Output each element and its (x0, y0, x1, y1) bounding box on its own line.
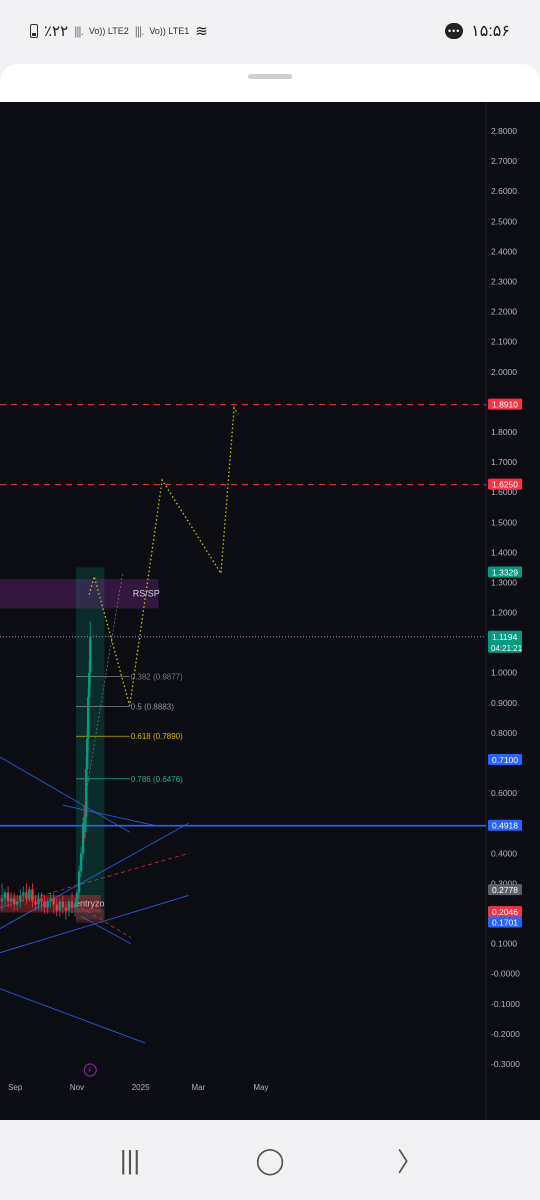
sim1-label: Vo)) LTE1 (149, 25, 190, 36)
candle-body (46, 901, 49, 908)
candle-body (31, 889, 34, 902)
y-tick-label: 2.7000 (491, 156, 517, 166)
candle-body (64, 907, 68, 911)
countdown-label: 04:21:21 (491, 644, 523, 653)
candle-body (37, 898, 40, 905)
y-tick-label: 2.4000 (491, 246, 517, 256)
candle-body (70, 901, 74, 908)
candle-body (43, 901, 46, 908)
recents-button[interactable]: ||| (100, 1145, 160, 1176)
y-tick-label: 2.1000 (491, 337, 517, 347)
price-label: 0.1701 (492, 918, 518, 928)
y-tick-label: -0.3000 (491, 1059, 520, 1069)
signal-icon: |||. (74, 24, 84, 38)
y-tick-label: 0.4000 (491, 848, 517, 858)
price-label: 0.2778 (492, 885, 518, 895)
y-tick-label: 2.0000 (491, 367, 517, 377)
candle-body (49, 898, 52, 902)
y-tick-label: 0.8000 (491, 728, 517, 738)
status-right: ••• ۱۵:۵۶ (445, 21, 510, 41)
drag-handle[interactable] (248, 74, 292, 79)
y-tick-label: 1.2000 (491, 608, 517, 618)
y-tick-label: 2.6000 (491, 186, 517, 196)
price-label: 1.8910 (492, 400, 518, 410)
status-bar: ٪۲۲ |||. Vo)) LTE2 |||. Vo)) LTE1 ≋ ••• … (0, 0, 540, 62)
x-tick-label: Nov (70, 1083, 84, 1092)
candle-body (61, 901, 65, 908)
price-label: 1.3329 (492, 568, 518, 578)
y-tick-label: 1.4000 (491, 547, 517, 557)
sim2-label: Vo)) LTE2 (88, 25, 129, 36)
candle-body (12, 898, 16, 905)
price-label: 0.2046 (492, 907, 518, 917)
fib-level-label: 0.382 (0.9877) (131, 672, 183, 681)
candle-body (19, 895, 22, 902)
price-chart[interactable]: 2.8000 2.7000 2.6000 2.5000 2.4000 2.3000 2.20… (0, 102, 540, 1120)
chart-area[interactable]: 2.8000 2.7000 2.6000 2.5000 2.4000 2.3000 2.20… (0, 102, 540, 1120)
status-left: ٪۲۲ |||. Vo)) LTE2 |||. Vo)) LTE1 ≋ (30, 22, 208, 40)
candle-body (9, 898, 13, 902)
candle-body (79, 853, 83, 872)
chat-icon: ••• (445, 23, 464, 39)
candle-body (3, 892, 7, 899)
candle-body (67, 901, 71, 911)
y-tick-label: -0.1000 (491, 999, 520, 1009)
candle-body (58, 901, 61, 911)
home-button[interactable]: ◯ (240, 1145, 300, 1176)
x-tick-label: 2025 (132, 1083, 150, 1092)
price-label: 0.7100 (492, 755, 518, 765)
candle-body (6, 892, 10, 902)
x-tick-label: Sep (8, 1083, 23, 1092)
candle-body (75, 892, 79, 905)
candle-body (40, 898, 43, 902)
y-tick-label: 1.5000 (491, 517, 517, 527)
y-tick-label: 1.7000 (491, 457, 517, 467)
candle-body (52, 898, 55, 905)
wifi-icon: ≋ (195, 23, 208, 40)
price-label: 1.6250 (492, 480, 518, 490)
navigation-bar: ||| ◯ 〉 (0, 1120, 540, 1200)
zone-label: entryzo (75, 899, 105, 909)
candle-body (89, 636, 92, 673)
clock: ۱۵:۵۶ (471, 23, 510, 40)
y-tick-label: 0.9000 (491, 698, 517, 708)
candle-body (22, 892, 25, 896)
back-button[interactable]: 〉 (380, 1142, 440, 1179)
y-tick-label: 0.6000 (491, 788, 517, 798)
y-tick-label: 0.1000 (491, 939, 517, 949)
price-label: 0.4918 (492, 821, 518, 831)
fib-level-label: 0.786 (0.6476) (131, 775, 183, 784)
lightning-icon-glyph: ⚡ (87, 1066, 93, 1075)
candle-body (73, 904, 77, 908)
candle-body (77, 871, 81, 893)
bottom-sheet: 2.8000 2.7000 2.6000 2.5000 2.4000 2.3000 2.20… (0, 64, 540, 1120)
price-label: 1.1194 (492, 632, 518, 642)
y-tick-label: 2.5000 (491, 216, 517, 226)
y-tick-label: 1.3000 (491, 577, 517, 587)
y-tick-label: 1.0000 (491, 668, 517, 678)
battery-icon (30, 24, 38, 38)
candle-body (0, 898, 4, 902)
fib-level-label: 0.5 (0.8883) (131, 702, 174, 711)
y-tick-label: 2.3000 (491, 276, 517, 286)
candle-body (55, 904, 58, 911)
candle-body (34, 901, 37, 905)
candle-body (16, 901, 19, 905)
zone-label: RS/SP (133, 589, 160, 599)
y-tick-label: 1.8000 (491, 427, 517, 437)
battery-percent: ٪۲۲ (44, 23, 69, 40)
fib-level-label: 0.618 (0.7890) (131, 732, 183, 741)
candle-body (28, 889, 31, 899)
y-tick-label: -0.0000 (491, 969, 520, 979)
y-tick-label: -0.2000 (491, 1029, 520, 1039)
y-tick-label: 2.8000 (491, 126, 517, 136)
x-tick-label: Mar (192, 1083, 206, 1092)
x-tick-label: May (253, 1083, 268, 1092)
candle-body (25, 892, 28, 899)
signal-icon: |||. (134, 24, 145, 38)
y-tick-label: 2.2000 (491, 307, 517, 317)
